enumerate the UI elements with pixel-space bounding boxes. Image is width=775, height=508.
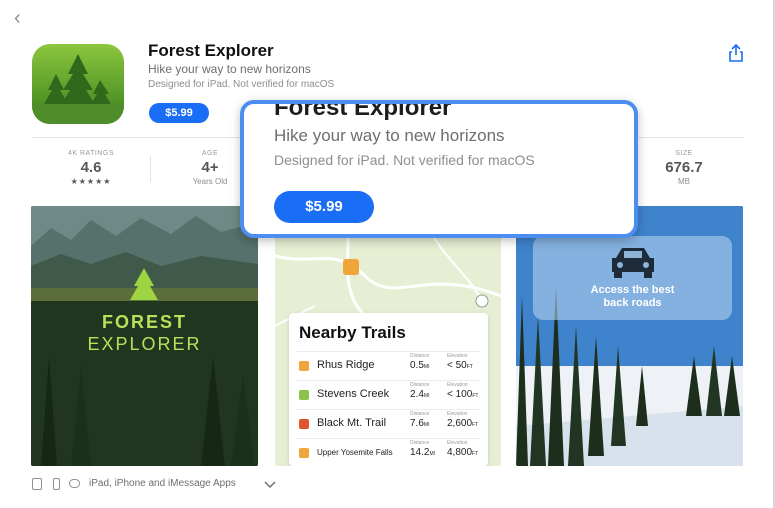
stat-size: SIZE 676.7 MB <box>652 150 716 186</box>
iphone-icon <box>53 478 60 490</box>
trail-row[interactable]: Stevens Creek Distance 2.4MI Elevation <… <box>297 380 480 409</box>
elevation-label: Elevation <box>447 353 468 359</box>
trail-name: Upper Yosemite Falls <box>317 448 393 457</box>
trail-elevation: < 100FT <box>447 389 479 400</box>
elevation-label: Elevation <box>447 411 468 417</box>
zoomed-designed-for-note: Designed for iPad. Not verified for macO… <box>274 152 535 168</box>
trail-distance: 7.6MI <box>410 418 430 429</box>
elevation-label: Elevation <box>447 382 468 388</box>
elevation-label: Elevation <box>447 440 468 446</box>
stat-sub: Years Old <box>192 177 228 186</box>
imessage-icon <box>69 479 80 488</box>
car-icon <box>612 248 654 278</box>
screenshot-roads[interactable]: Access the best back roads <box>516 206 743 466</box>
zoomed-price-button[interactable]: $5.99 <box>274 191 374 223</box>
stat-value: 676.7 <box>665 159 703 176</box>
hiker-icon <box>299 419 309 429</box>
stat-separator <box>150 156 151 182</box>
share-icon[interactable] <box>727 43 745 63</box>
compatibility-label: iPad, iPhone and iMessage Apps <box>89 478 236 489</box>
zoomed-app-title: Forest Explorer <box>274 100 452 121</box>
trail-name: Rhus Ridge <box>317 359 375 371</box>
zoomed-app-subtitle: Hike your way to new horizons <box>274 126 505 145</box>
ipad-icon <box>32 478 42 490</box>
hiker-icon <box>299 361 309 371</box>
app-subtitle: Hike your way to new horizons <box>148 62 311 76</box>
trail-distance: 2.4MI <box>410 389 430 400</box>
screenshot-forest[interactable]: FOREST EXPLORER <box>31 206 258 466</box>
roads-callout: Access the best back roads <box>533 236 732 320</box>
trail-elevation: < 50FT <box>447 360 473 371</box>
forest-title-line2: EXPLORER <box>87 334 202 354</box>
trail-row[interactable]: Rhus Ridge Distance 0.5MI Elevation < 50… <box>297 351 480 380</box>
stat-label: AGE <box>201 150 219 157</box>
trails-title: Nearby Trails <box>299 323 406 342</box>
stat-label: 4K RATINGS <box>67 150 115 157</box>
trail-name: Stevens Creek <box>317 388 390 400</box>
stat-sub: MB <box>678 177 690 186</box>
trail-row[interactable]: Upper Yosemite Falls Distance 14.2MI Ele… <box>297 438 480 466</box>
trail-name: Black Mt. Trail <box>317 417 387 429</box>
zoomed-header-highlight: Forest Explorer Hike your way to new hor… <box>240 100 638 238</box>
hiker-icon <box>299 448 309 458</box>
forest-title-line1: FOREST <box>101 312 187 332</box>
stat-value: 4+ <box>201 159 219 176</box>
stat-age: AGE 4+ Years Old <box>180 150 240 186</box>
star-rating: ★★★★★ <box>70 177 112 186</box>
chevron-left-icon[interactable]: ‹ <box>14 8 21 28</box>
distance-label: Distance <box>410 353 430 359</box>
app-title: Forest Explorer <box>148 41 274 60</box>
trail-elevation: 2,600FT <box>447 418 479 429</box>
screenshot-trails[interactable]: Nearby Trails Rhus Ridge Distance 0.5MI … <box>275 206 501 466</box>
hiker-icon <box>299 390 309 400</box>
nearby-trails-card: Nearby Trails Rhus Ridge Distance 0.5MI … <box>289 313 488 466</box>
roads-caption: Access the best back roads <box>590 284 675 309</box>
trail-distance: 14.2MI <box>410 447 436 458</box>
price-button[interactable]: $5.99 <box>149 103 209 123</box>
stat-label: SIZE <box>675 150 693 157</box>
stat-value: 4.6 <box>80 159 102 176</box>
distance-label: Distance <box>410 411 430 417</box>
stat-ratings: 4K RATINGS 4.6 ★★★★★ <box>60 150 122 186</box>
designed-for-note: Designed for iPad. Not verified for macO… <box>148 79 335 90</box>
app-icon <box>32 44 124 124</box>
trail-distance: 0.5MI <box>410 360 430 371</box>
trail-elevation: 4,800FT <box>447 447 479 458</box>
trail-row[interactable]: Black Mt. Trail Distance 7.6MI Elevation… <box>297 409 480 438</box>
distance-label: Distance <box>410 382 430 388</box>
chevron-down-icon[interactable] <box>264 481 276 489</box>
distance-label: Distance <box>410 440 430 446</box>
app-store-page: ‹ Forest Explorer Hike your way to new h… <box>0 0 775 508</box>
